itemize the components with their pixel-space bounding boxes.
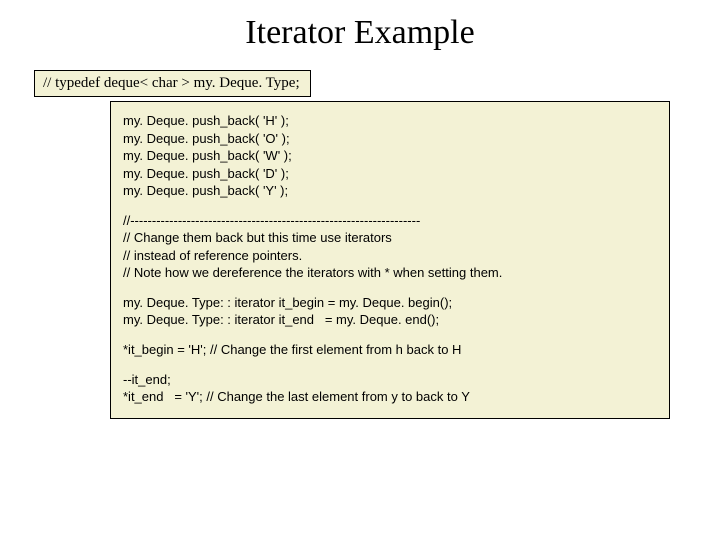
code-first-block: *it_begin = 'H'; // Change the first ele…	[123, 341, 657, 359]
typedef-box: // typedef deque< char > my. Deque. Type…	[34, 70, 311, 97]
code-iterators-block: my. Deque. Type: : iterator it_begin = m…	[123, 294, 657, 329]
code-last-block: --it_end; *it_end = 'Y'; // Change the l…	[123, 371, 657, 406]
slide: Iterator Example // typedef deque< char …	[0, 0, 720, 540]
slide-title: Iterator Example	[0, 14, 720, 52]
code-comments-block: //--------------------------------------…	[123, 212, 657, 282]
code-push-block: my. Deque. push_back( 'H' ); my. Deque. …	[123, 112, 657, 200]
code-box: my. Deque. push_back( 'H' ); my. Deque. …	[110, 101, 670, 419]
